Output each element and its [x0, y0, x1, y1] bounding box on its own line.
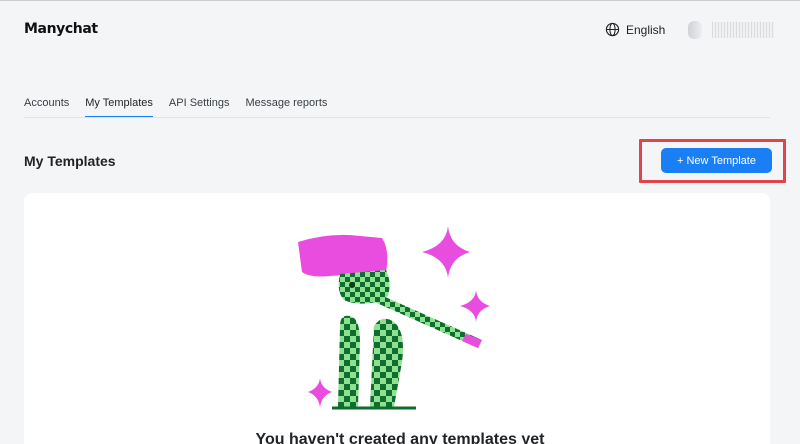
tabs-divider [24, 117, 770, 118]
empty-state-illustration [298, 226, 490, 410]
page-title: My Templates [24, 153, 116, 169]
tab-message-reports[interactable]: Message reports [245, 97, 327, 118]
user-name-redacted[interactable] [712, 22, 774, 38]
user-avatar[interactable] [688, 21, 702, 39]
language-label: English [626, 22, 666, 37]
settings-tabs: Accounts My Templates API Settings Messa… [24, 97, 327, 118]
manychat-logo[interactable]: Manychat [24, 21, 98, 37]
new-template-button[interactable]: + New Template [661, 148, 772, 173]
globe-icon [605, 22, 620, 37]
empty-state-message: You haven't created any templates yet [255, 431, 545, 444]
top-header: Manychat English [0, 0, 800, 62]
tab-api-settings[interactable]: API Settings [169, 97, 230, 118]
language-selector[interactable]: English [605, 22, 665, 37]
tab-my-templates[interactable]: My Templates [85, 97, 153, 118]
tab-accounts[interactable]: Accounts [24, 97, 69, 118]
